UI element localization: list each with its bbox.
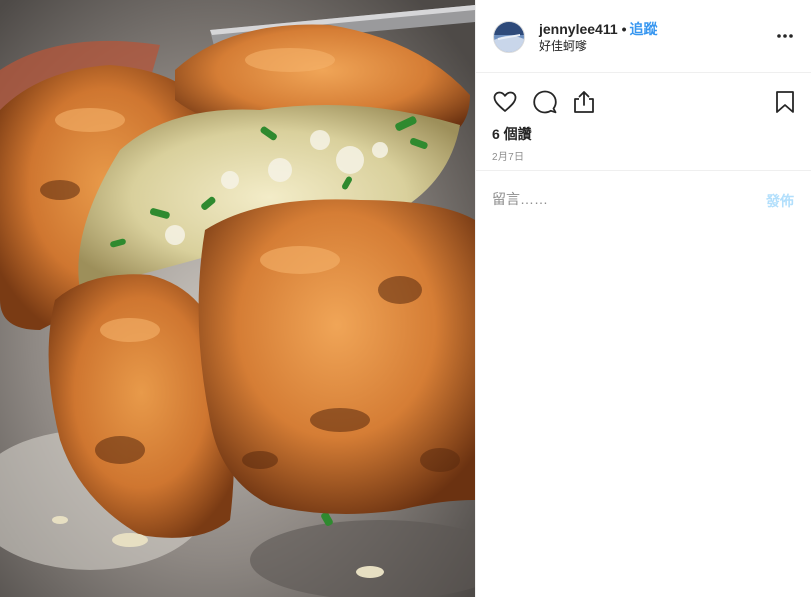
share-icon[interactable] bbox=[571, 89, 597, 115]
username-link[interactable]: jennylee411 bbox=[539, 21, 618, 37]
post-date[interactable]: 2月7日 bbox=[492, 148, 524, 163]
post-dialog: jennylee411 • 追蹤 好佳蚵嗲 6 個讚 2月7日 留言…… 發佈 bbox=[0, 0, 811, 597]
fried-oyster-fritters-image bbox=[0, 0, 475, 597]
heart-icon[interactable] bbox=[492, 89, 518, 115]
avatar[interactable] bbox=[493, 21, 525, 53]
bookmark-icon[interactable] bbox=[772, 89, 798, 115]
post-comment-button[interactable]: 發佈 bbox=[766, 191, 794, 211]
post-photo[interactable] bbox=[0, 0, 475, 597]
separator-dot: • bbox=[621, 21, 627, 37]
post-actions: 6 個讚 2月7日 bbox=[476, 73, 811, 171]
comment-bubble-icon[interactable] bbox=[532, 89, 558, 115]
comment-form: 發佈 bbox=[476, 171, 811, 227]
comment-input[interactable] bbox=[492, 189, 742, 209]
follow-button[interactable]: 追蹤 bbox=[630, 21, 658, 37]
post-details-panel: jennylee411 • 追蹤 好佳蚵嗲 6 個讚 2月7日 留言…… 發佈 bbox=[475, 0, 811, 597]
location-link[interactable]: 好佳蚵嗲 bbox=[539, 38, 587, 54]
post-header: jennylee411 • 追蹤 好佳蚵嗲 bbox=[476, 0, 811, 73]
user-line: jennylee411 • 追蹤 bbox=[539, 20, 658, 38]
like-count[interactable]: 6 個讚 bbox=[492, 124, 532, 144]
avatar-image bbox=[494, 22, 524, 52]
more-options-icon[interactable] bbox=[775, 26, 795, 46]
